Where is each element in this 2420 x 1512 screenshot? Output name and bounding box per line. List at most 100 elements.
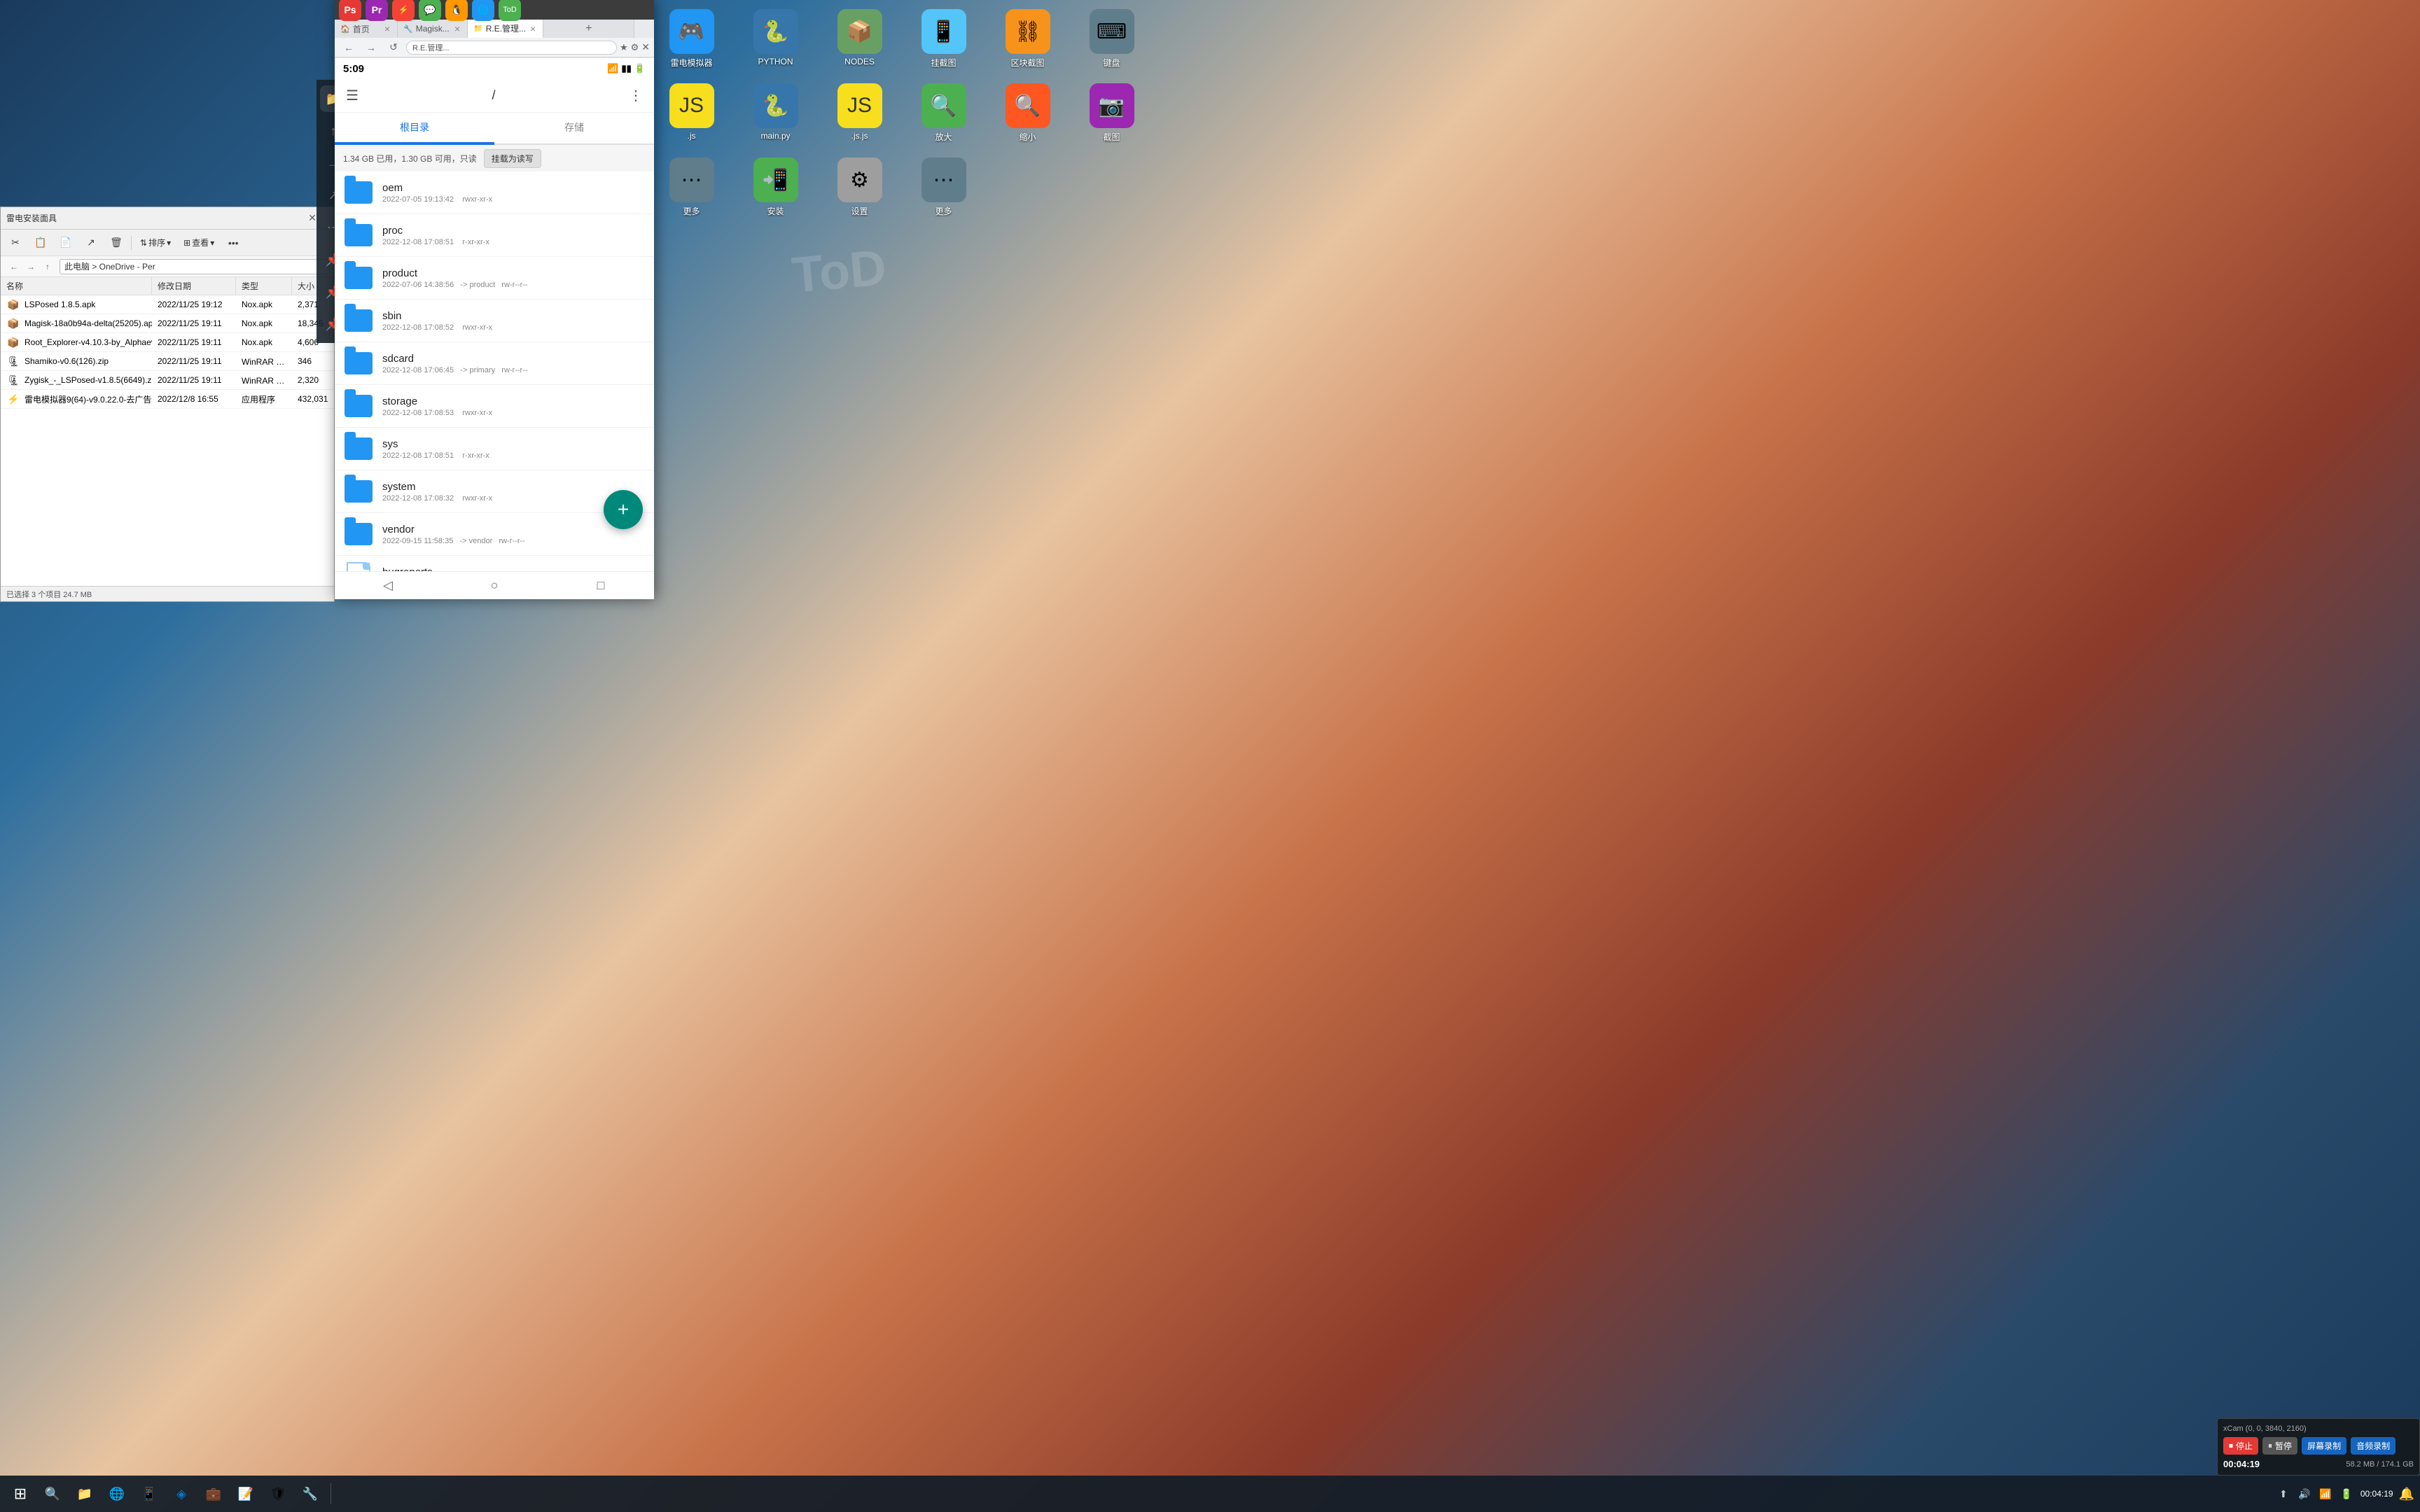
table-row[interactable]: 🗜 Shamiko-v0.6(126).zip 2022/11/25 19:11… bbox=[1, 352, 334, 371]
desktop-icon-python[interactable]: 🐍 PYTHON bbox=[735, 4, 816, 74]
mount-button[interactable]: 挂载为读写 bbox=[484, 149, 541, 168]
taskbar-security[interactable]: 🛡 bbox=[263, 1479, 293, 1508]
tab-magisk[interactable]: 🔧 Magisk... × bbox=[398, 20, 468, 38]
sort-dropdown[interactable]: ⇅ 排序 ▾ bbox=[136, 235, 175, 250]
desktop-icon-js2[interactable]: JS .js.js bbox=[819, 78, 900, 148]
taskbar-upload-icon[interactable]: ⬆ bbox=[2275, 1485, 2292, 1502]
nav-forward-button[interactable]: → bbox=[361, 38, 381, 57]
recording-header: xCam (0, 0, 3840, 2160) bbox=[2223, 1424, 2414, 1433]
list-item[interactable]: sdcard 2022-12-08 17:06:45 -> primary rw… bbox=[335, 342, 654, 385]
address-bar[interactable]: R.E.管理... bbox=[406, 41, 617, 55]
app-icon-ps[interactable]: Ps bbox=[339, 0, 361, 21]
file-list-panel[interactable]: 名称 修改日期 类型 大小 📦 LSPosed 1.8.5.apk 2022/1… bbox=[1, 277, 334, 586]
taskbar-tools[interactable]: 🔧 bbox=[295, 1479, 325, 1508]
desktop-icon-screenshot[interactable]: 📷 截图 bbox=[1071, 78, 1152, 148]
more-options-icon[interactable]: ⋮ bbox=[629, 87, 643, 104]
table-row[interactable]: 📦 LSPosed 1.8.5.apk 2022/11/25 19:12 Nox… bbox=[1, 295, 334, 314]
pause-recording-button[interactable]: ⏸ 暂停 bbox=[2262, 1437, 2297, 1455]
delete-button[interactable]: 🗑 bbox=[106, 233, 127, 253]
tab-remanager[interactable]: 📁 R.E.管理... × bbox=[468, 20, 543, 38]
tab-magisk-close[interactable]: × bbox=[453, 22, 461, 36]
taskbar-files[interactable]: 📁 bbox=[70, 1479, 99, 1508]
desktop-icon-blockchain[interactable]: ⛓ 区块截图 bbox=[987, 4, 1068, 74]
list-item[interactable]: bugreports 2022-09-15 11:58:00 -> bugrep… bbox=[335, 556, 654, 571]
desktop-icon-js[interactable]: JS .js bbox=[651, 78, 732, 148]
nav-recents-phone[interactable]: □ bbox=[587, 572, 615, 600]
desktop-icon-more[interactable]: ⋯ 更多 bbox=[651, 152, 732, 223]
addr-back-button[interactable]: ← bbox=[6, 259, 22, 274]
screen-record-button[interactable]: 屏幕录制 bbox=[2302, 1437, 2346, 1455]
taskbar-browser[interactable]: 🌐 bbox=[102, 1479, 132, 1508]
app-icon-qq[interactable]: 🐧 bbox=[445, 0, 468, 21]
desktop-icon-scaledown[interactable]: 🔍 缩小 bbox=[987, 78, 1068, 148]
start-button[interactable]: ⊞ bbox=[6, 1479, 35, 1508]
fab-add-button[interactable]: + bbox=[604, 490, 643, 529]
tab-storage[interactable]: 存储 bbox=[494, 113, 654, 144]
list-item[interactable]: sys 2022-12-08 17:08:51 r-xr-xr-x bbox=[335, 428, 654, 470]
col-name[interactable]: 名称 bbox=[1, 277, 152, 295]
table-row[interactable]: 📦 Magisk-18a0b94a-delta(25205).apk 2022/… bbox=[1, 314, 334, 333]
desktop-icon-mainpy[interactable]: 🐍 main.py bbox=[735, 78, 816, 148]
nav-home-phone[interactable]: ○ bbox=[480, 572, 508, 600]
taskbar-clock[interactable]: 00:04:19 bbox=[2360, 1489, 2393, 1499]
paste-button[interactable]: 📄 bbox=[55, 233, 76, 253]
list-item[interactable]: sbin 2022-12-08 17:08:52 rwxr-xr-x bbox=[335, 300, 654, 342]
notification-icon[interactable]: 🔔 bbox=[2399, 1487, 2414, 1502]
addr-forward-button[interactable]: → bbox=[23, 259, 39, 274]
tab-homepage[interactable]: 🏠 首页 × bbox=[335, 20, 398, 38]
taskbar-search[interactable]: 🔍 bbox=[38, 1479, 67, 1508]
hamburger-icon[interactable]: ☰ bbox=[346, 87, 359, 104]
taskbar-notepad[interactable]: 📝 bbox=[231, 1479, 260, 1508]
taskbar-battery-sys-icon[interactable]: 🔋 bbox=[2338, 1485, 2355, 1502]
nav-close-button[interactable]: ✕ bbox=[641, 41, 650, 53]
app-icon-chrome[interactable]: 🌐 bbox=[472, 0, 494, 21]
taskbar-explorer[interactable]: 💼 bbox=[199, 1479, 228, 1508]
tab-newtab[interactable]: + bbox=[543, 20, 634, 38]
nav-refresh-button[interactable]: ↺ bbox=[384, 38, 403, 57]
bookmark-icon[interactable]: ★ bbox=[620, 42, 628, 53]
stop-recording-button[interactable]: ⏹ 停止 bbox=[2223, 1437, 2258, 1455]
cut-button[interactable]: ✂ bbox=[5, 233, 26, 253]
share-button[interactable]: ↗ bbox=[81, 233, 102, 253]
nav-back-button[interactable]: ← bbox=[339, 38, 359, 57]
list-item[interactable]: oem 2022-07-05 19:13:42 rwxr-xr-x bbox=[335, 172, 654, 214]
copy-button[interactable]: 📋 bbox=[30, 233, 51, 253]
nav-back-phone[interactable]: ◁ bbox=[374, 572, 402, 600]
audio-record-button[interactable]: 音频录制 bbox=[2351, 1437, 2395, 1455]
addr-up-button[interactable]: ↑ bbox=[40, 259, 55, 274]
more-toolbar-btn[interactable]: ••• bbox=[223, 233, 244, 253]
taskbar-phone[interactable]: 📱 bbox=[134, 1479, 164, 1508]
table-row[interactable]: 📦 Root_Explorer-v4.10.3-by_Alphaeva.apk … bbox=[1, 333, 334, 352]
phone-file-list[interactable]: oem 2022-07-05 19:13:42 rwxr-xr-x proc 2… bbox=[335, 172, 654, 571]
desktop-icon-more2[interactable]: ⋯ 更多 bbox=[903, 152, 984, 223]
desktop-icon-settings[interactable]: ⚙ 设置 bbox=[819, 152, 900, 223]
tab-rootdir[interactable]: 根目录 bbox=[335, 113, 494, 144]
tab-remanager-close[interactable]: × bbox=[529, 22, 537, 36]
table-row[interactable]: ⚡ 雷电模拟器9(64)-v9.0.22.0-去广告精改... 2022/12/… bbox=[1, 390, 334, 409]
view-dropdown[interactable]: ⊞ 查看 ▾ bbox=[179, 235, 218, 250]
desktop-icon-install[interactable]: 📲 安装 bbox=[735, 152, 816, 223]
list-item[interactable]: product 2022-07-06 14:38:56 -> product r… bbox=[335, 257, 654, 300]
app-icon-pr[interactable]: Pr bbox=[366, 0, 388, 21]
app-icon-wechat[interactable]: 💬 bbox=[419, 0, 441, 21]
list-item[interactable]: storage 2022-12-08 17:08:53 rwxr-xr-x bbox=[335, 385, 654, 428]
desktop-icon-scaleup[interactable]: 🔍 放大 bbox=[903, 78, 984, 148]
taskbar-vscode[interactable]: ◈ bbox=[167, 1479, 196, 1508]
table-row[interactable]: 🗜 Zygisk_-_LSPosed-v1.8.5(6649).zip 2022… bbox=[1, 371, 334, 390]
taskbar-volume-icon[interactable]: 🔊 bbox=[2296, 1485, 2313, 1502]
desktop-icon-nodejs[interactable]: 📦 NODES bbox=[819, 4, 900, 74]
col-type[interactable]: 类型 bbox=[236, 277, 292, 295]
file-size: 432,031 bbox=[292, 392, 334, 406]
desktop-icon-flutter[interactable]: 📱 挂截图 bbox=[903, 4, 984, 74]
app-icon-leidian[interactable]: ⚡ bbox=[392, 0, 415, 21]
tab-homepage-close[interactable]: × bbox=[383, 22, 391, 36]
desktop-icon-leidian[interactable]: 🎮 雷电模拟器 bbox=[651, 4, 732, 74]
list-item[interactable]: proc 2022-12-08 17:08:51 r-xr-xr-x bbox=[335, 214, 654, 257]
col-date[interactable]: 修改日期 bbox=[152, 277, 236, 295]
settings-icon-nav[interactable]: ⚙ bbox=[631, 42, 639, 53]
taskbar-network-icon[interactable]: 📶 bbox=[2317, 1485, 2334, 1502]
file-name: oem bbox=[382, 182, 646, 194]
app-icon-todo[interactable]: ToD bbox=[499, 0, 521, 21]
desktop-icon-keyboard[interactable]: ⌨ 键盘 bbox=[1071, 4, 1152, 74]
address-bar-field[interactable]: 此电脑 > OneDrive - Per bbox=[60, 259, 328, 274]
